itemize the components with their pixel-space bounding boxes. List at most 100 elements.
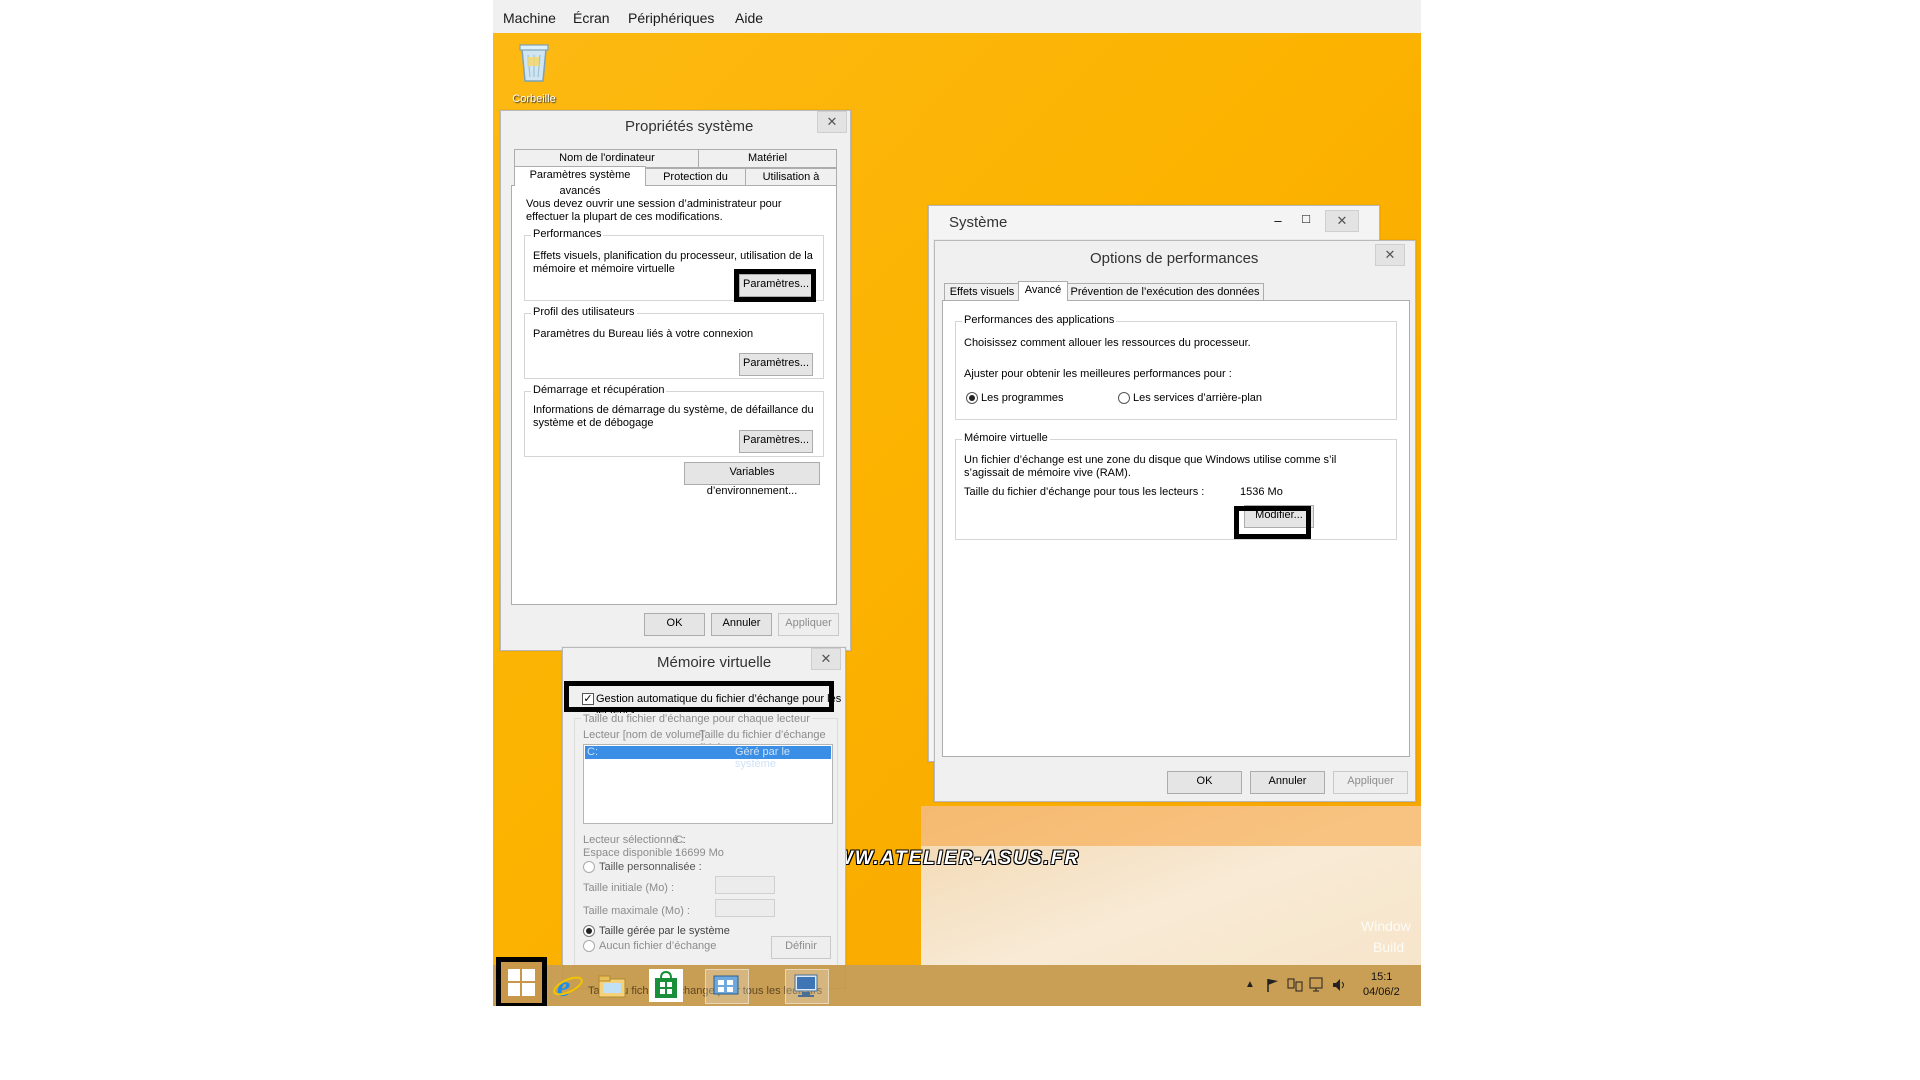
app-performance-group: Performances des applications Choisissez… bbox=[955, 314, 1397, 420]
vm-menubar: Machine Écran Périphériques Aide bbox=[493, 0, 1421, 34]
drive-list-row-size: Géré par le système bbox=[735, 746, 791, 770]
radio-custom-size[interactable] bbox=[583, 861, 595, 873]
user-profiles-description: Paramètres du Bureau liés à votre connex… bbox=[533, 328, 754, 340]
virtual-memory-group-title: Mémoire virtuelle bbox=[962, 432, 1050, 444]
menu-machine[interactable]: Machine bbox=[503, 10, 556, 26]
app-performance-text: Choisissez comment allouer les ressource… bbox=[964, 337, 1251, 349]
drive-list-row[interactable]: C: Géré par le système bbox=[585, 746, 831, 770]
selected-drive-value: C: bbox=[675, 834, 686, 846]
paging-file-size-label: Taille du fichier d’échange pour tous le… bbox=[964, 486, 1205, 498]
column-drive: Lecteur [nom de volume] bbox=[583, 729, 705, 741]
startup-recovery-settings-button[interactable]: Paramètres... bbox=[739, 430, 813, 453]
performance-group: Performances Effets visuels, planificati… bbox=[524, 228, 824, 301]
paging-file-group: Taille du fichier d’échange pour chaque … bbox=[574, 713, 838, 990]
ok-button[interactable]: OK bbox=[1167, 771, 1242, 794]
radio-no-paging-file-label: Aucun fichier d’échange bbox=[599, 940, 717, 952]
radio-system-managed-label: Taille gérée par le système bbox=[599, 925, 730, 937]
clock-date[interactable]: 04/06/2 bbox=[1363, 986, 1400, 998]
modify-button[interactable]: Modifier... bbox=[1244, 505, 1314, 528]
available-space-value: 16699 Mo bbox=[675, 847, 724, 859]
app-performance-title: Performances des applications bbox=[962, 314, 1117, 326]
user-profiles-group-title: Profil des utilisateurs bbox=[531, 306, 637, 318]
radio-background-services-label: Les services d’arrière-plan bbox=[1133, 392, 1262, 404]
start-button[interactable] bbox=[496, 957, 547, 1006]
radio-no-paging-file[interactable] bbox=[583, 940, 595, 952]
performance-description: Effets visuels, planification du process… bbox=[533, 250, 813, 275]
minimize-button[interactable]: – bbox=[1269, 213, 1287, 229]
svg-text:e: e bbox=[557, 970, 570, 1002]
network-icon[interactable] bbox=[1286, 976, 1304, 994]
taskbar-control-panel[interactable] bbox=[705, 969, 749, 1004]
radio-background-services[interactable] bbox=[1118, 392, 1130, 404]
virtual-memory-group: Mémoire virtuelle Un fichier d’échange e… bbox=[955, 432, 1397, 540]
max-size-input[interactable] bbox=[715, 899, 775, 917]
action-center-flag-icon[interactable] bbox=[1265, 977, 1281, 993]
apply-button[interactable]: Appliquer bbox=[778, 613, 839, 636]
available-space-label: Espace disponible : bbox=[583, 847, 679, 859]
volume-icon[interactable] bbox=[1331, 976, 1349, 994]
taskbar-store[interactable] bbox=[649, 969, 683, 1002]
radio-custom-size-label: Taille personnalisée : bbox=[599, 861, 702, 873]
define-button[interactable]: Définir bbox=[771, 936, 831, 959]
taskbar: Taille du fichier d’échange pour tous le… bbox=[493, 957, 1421, 1006]
watermark-text: WWW.ATELIER-ASUS.FR bbox=[815, 848, 1081, 869]
vm-viewport: Machine Écran Périphériques Aide Corbeil… bbox=[493, 0, 1421, 1006]
auto-manage-checkbox[interactable]: ✓ bbox=[582, 693, 594, 705]
show-hidden-icons-icon[interactable]: ▲ bbox=[1245, 979, 1255, 990]
drive-list-row-drive: C: bbox=[587, 746, 598, 758]
drive-list[interactable]: C: Géré par le système bbox=[583, 744, 833, 824]
control-panel-icon bbox=[713, 975, 739, 995]
admin-notice-text: Vous devez ouvrir une session d’administ… bbox=[526, 198, 782, 223]
initial-size-label: Taille initiale (Mo) : bbox=[583, 882, 675, 894]
user-profiles-group: Profil des utilisateurs Paramètres du Bu… bbox=[524, 306, 824, 379]
environment-variables-button[interactable]: Variables d’environnement... bbox=[684, 462, 820, 497]
user-profiles-settings-button[interactable]: Paramètres... bbox=[739, 353, 813, 376]
computer-icon bbox=[794, 974, 818, 997]
maximize-button[interactable]: □ bbox=[1297, 211, 1315, 227]
radio-system-managed[interactable] bbox=[583, 925, 595, 937]
internet-explorer-icon: e bbox=[553, 970, 583, 1003]
advanced-tab-panel: Performances des applications Choisissez… bbox=[942, 300, 1410, 757]
taskbar-system-properties[interactable] bbox=[785, 969, 829, 1004]
startup-recovery-group-title: Démarrage et récupération bbox=[531, 384, 667, 396]
device-icon[interactable] bbox=[1308, 976, 1326, 994]
taskbar-file-explorer[interactable] bbox=[595, 969, 629, 1002]
store-icon bbox=[655, 970, 677, 998]
windows-logo-icon bbox=[508, 969, 535, 996]
taskbar-ie[interactable]: e bbox=[551, 969, 585, 1003]
cancel-button[interactable]: Annuler bbox=[1250, 771, 1325, 794]
initial-size-input[interactable] bbox=[715, 876, 775, 894]
tab-advanced-system-settings[interactable]: Paramètres système avancés bbox=[514, 166, 646, 197]
system-window-close-button[interactable]: ✕ bbox=[1325, 210, 1359, 232]
paging-file-size-value: 1536 Mo bbox=[1240, 486, 1283, 498]
apply-button[interactable]: Appliquer bbox=[1333, 771, 1408, 794]
ok-button[interactable]: OK bbox=[644, 613, 705, 636]
menu-ecran[interactable]: Écran bbox=[573, 10, 610, 26]
menu-peripheriques[interactable]: Périphériques bbox=[628, 10, 714, 26]
virtual-memory-close-button[interactable]: ✕ bbox=[811, 648, 841, 670]
system-properties-close-button[interactable]: ✕ bbox=[817, 111, 847, 133]
clock-time[interactable]: 15:1 bbox=[1371, 971, 1392, 983]
max-size-label: Taille maximale (Mo) : bbox=[583, 905, 690, 917]
advanced-settings-panel: Vous devez ouvrir une session d’administ… bbox=[511, 185, 837, 605]
windows-build-text: Build bbox=[1373, 939, 1405, 955]
windows-edition-text: Window bbox=[1361, 918, 1411, 934]
virtual-memory-dialog: Mémoire virtuelle ✕ ✓ Gestion automatiqu… bbox=[562, 647, 846, 990]
folder-icon bbox=[598, 975, 626, 998]
cancel-button[interactable]: Annuler bbox=[711, 613, 772, 636]
system-window-title: Système bbox=[949, 214, 1008, 231]
recycle-bin-label: Corbeille bbox=[512, 93, 556, 105]
performance-group-title: Performances bbox=[531, 228, 604, 240]
performance-settings-button[interactable]: Paramètres... bbox=[739, 274, 813, 297]
virtual-memory-title: Mémoire virtuelle bbox=[657, 654, 772, 671]
tab-hardware[interactable]: Matériel bbox=[698, 149, 837, 168]
radio-programs[interactable] bbox=[966, 392, 978, 404]
recycle-bin-shortcut[interactable] bbox=[509, 39, 559, 93]
selected-drive-label: Lecteur sélectionné : bbox=[583, 834, 685, 846]
performance-options-close-button[interactable]: ✕ bbox=[1375, 244, 1405, 266]
app-performance-adjust-label: Ajuster pour obtenir les meilleures perf… bbox=[964, 368, 1232, 380]
radio-programs-label: Les programmes bbox=[981, 392, 1064, 404]
recycle-bin-icon bbox=[519, 44, 549, 82]
menu-aide[interactable]: Aide bbox=[735, 10, 763, 26]
tab-advanced[interactable]: Avancé bbox=[1018, 281, 1068, 301]
